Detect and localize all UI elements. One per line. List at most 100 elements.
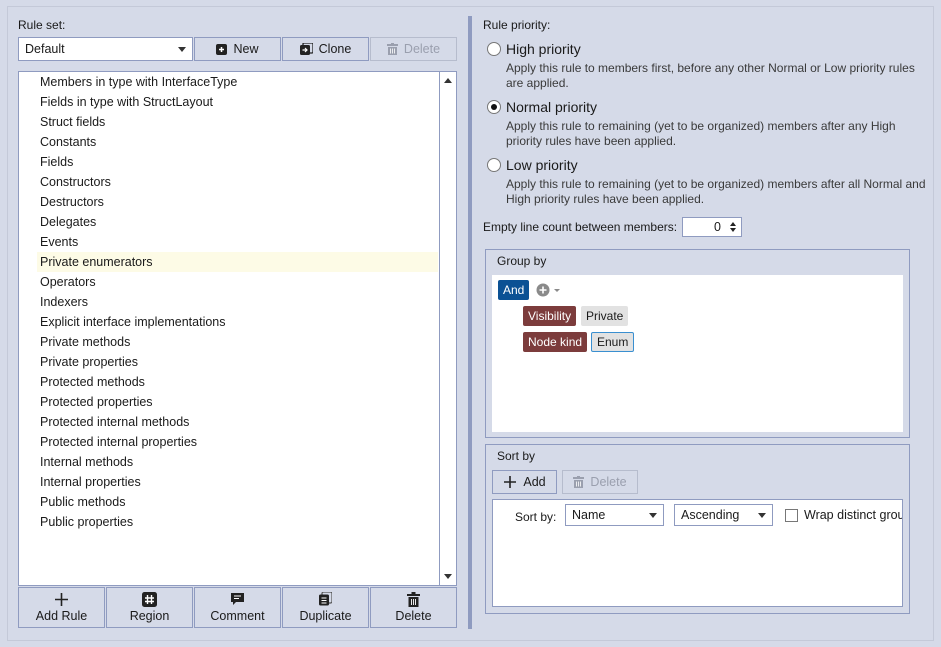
- condition-key-tag[interactable]: Visibility: [523, 306, 577, 326]
- low-priority-description: Apply this rule to remaining (yet to be …: [506, 177, 926, 206]
- rule-list-item[interactable]: Struct fields: [37, 112, 438, 132]
- group-by-box: Group by And Visibility Private Node kin…: [485, 249, 910, 438]
- rule-list-item[interactable]: Events: [37, 232, 438, 252]
- rule-set-dropdown[interactable]: Default: [18, 37, 193, 61]
- add-square-icon: [216, 43, 228, 55]
- rule-set-label: Rule set:: [18, 18, 66, 32]
- condition-value-tag[interactable]: Private: [581, 306, 629, 326]
- rule-list-item[interactable]: Protected internal properties: [37, 432, 438, 452]
- radio-button[interactable]: [487, 42, 501, 56]
- empty-line-count-label: Empty line count between members:: [483, 220, 678, 234]
- add-rule-label: Add Rule: [35, 609, 88, 623]
- increment-icon[interactable]: [730, 222, 736, 226]
- rule-list-item[interactable]: Protected methods: [37, 372, 438, 392]
- add-rule-button[interactable]: Add Rule: [18, 587, 105, 628]
- radio-button[interactable]: [487, 158, 501, 172]
- trash-icon: [386, 43, 398, 55]
- rule-list-item[interactable]: Internal properties: [37, 472, 438, 492]
- sort-by-title: Sort by: [497, 449, 536, 463]
- plus-icon: [55, 592, 68, 606]
- delete-sort-button[interactable]: Delete: [562, 470, 638, 494]
- sort-by-box: Sort by Add Delete Sort by: Name Ascendi…: [485, 444, 910, 614]
- chevron-down-icon: [649, 513, 657, 518]
- rule-list-item[interactable]: Protected internal methods: [37, 412, 438, 432]
- delete-rule-set-button[interactable]: Delete: [370, 37, 457, 61]
- rule-list-item[interactable]: Destructors: [37, 192, 438, 212]
- radio-title: Normal priority: [506, 99, 598, 115]
- region-label: Region: [129, 609, 170, 623]
- rule-list-item[interactable]: Public methods: [37, 492, 438, 512]
- rule-list-item[interactable]: Delegates: [37, 212, 438, 232]
- rule-list-item[interactable]: Private properties: [37, 352, 438, 372]
- duplicate-icon: [319, 592, 332, 606]
- duplicate-label: Duplicate: [299, 609, 352, 623]
- add-sort-button[interactable]: Add: [492, 470, 557, 494]
- new-label: New: [233, 42, 259, 56]
- sort-direction-value: Ascending: [681, 508, 740, 522]
- rule-list-item[interactable]: Fields in type with StructLayout: [37, 92, 438, 112]
- comment-label: Comment: [210, 609, 265, 623]
- region-button[interactable]: Region: [106, 587, 193, 628]
- chevron-down-icon: [178, 47, 186, 52]
- operator-tag[interactable]: And: [498, 280, 530, 300]
- trash-icon: [407, 591, 420, 607]
- clone-icon: [299, 43, 313, 55]
- normal-priority-description: Apply this rule to remaining (yet to be …: [506, 119, 896, 148]
- duplicate-button[interactable]: Duplicate: [282, 587, 369, 628]
- rule-list-item[interactable]: Private enumerators: [37, 252, 438, 272]
- chevron-down-icon: [758, 513, 766, 518]
- sort-by-row-label: Sort by:: [515, 510, 557, 524]
- panel-splitter[interactable]: [468, 16, 472, 629]
- radio-title: High priority: [506, 41, 581, 57]
- scroll-down-icon[interactable]: [444, 574, 452, 579]
- rule-list-item[interactable]: Indexers: [37, 292, 438, 312]
- radio-high-priority[interactable]: High priority: [487, 41, 581, 57]
- comment-icon: [231, 592, 244, 605]
- radio-normal-priority[interactable]: Normal priority: [487, 99, 597, 115]
- sort-direction-dropdown[interactable]: Ascending: [674, 504, 773, 526]
- group-by-title: Group by: [497, 254, 547, 268]
- new-rule-set-button[interactable]: New: [194, 37, 281, 61]
- rule-list-item[interactable]: Protected properties: [37, 392, 438, 412]
- rule-list-item[interactable]: Public properties: [37, 512, 438, 532]
- sort-field-value: Name: [572, 508, 606, 522]
- scroll-up-icon[interactable]: [444, 78, 452, 83]
- add-label: Add: [523, 475, 546, 489]
- rule-list-item[interactable]: Fields: [37, 152, 438, 172]
- radio-low-priority[interactable]: Low priority: [487, 157, 578, 173]
- radio-title: Low priority: [506, 157, 578, 173]
- clone-label: Clone: [318, 42, 352, 56]
- condition-value-tag[interactable]: Enum: [591, 332, 635, 352]
- empty-line-count-value[interactable]: 0: [714, 220, 721, 234]
- decrement-icon[interactable]: [730, 228, 736, 232]
- rule-list-item[interactable]: Constants: [37, 132, 438, 152]
- delete-label: Delete: [590, 475, 627, 489]
- rule-list-item[interactable]: Private methods: [37, 332, 438, 352]
- plus-icon: [504, 476, 517, 488]
- radio-button[interactable]: [487, 100, 501, 114]
- delete-label: Delete: [395, 609, 432, 623]
- delete-label: Delete: [403, 42, 441, 56]
- comment-button[interactable]: Comment: [194, 587, 281, 628]
- add-condition-button[interactable]: [536, 283, 562, 300]
- group-by-editor: And Visibility Private Node kind Enum: [492, 275, 903, 432]
- sort-field-dropdown[interactable]: Name: [565, 504, 664, 526]
- trash-icon: [573, 476, 585, 488]
- rule-list-item[interactable]: Internal methods: [37, 452, 438, 472]
- delete-rule-button[interactable]: Delete: [370, 587, 457, 628]
- rule-list-item[interactable]: Explicit interface implementations: [37, 312, 438, 332]
- empty-line-count-stepper[interactable]: 0: [682, 217, 742, 237]
- wrap-distinct-groups-checkbox[interactable]: [785, 509, 798, 522]
- hash-icon: [142, 591, 157, 607]
- rule-list-item[interactable]: Operators: [37, 272, 438, 292]
- high-priority-description: Apply this rule to members first, before…: [506, 61, 915, 90]
- rule-list-item[interactable]: Constructors: [37, 172, 438, 192]
- add-condition-icon: [536, 283, 560, 297]
- rule-set-value: Default: [25, 42, 65, 56]
- wrap-distinct-groups-label: Wrap distinct grou: [804, 508, 903, 522]
- clone-rule-set-button[interactable]: Clone: [282, 37, 369, 61]
- rule-list[interactable]: Members in type with InterfaceType Fields…: [18, 71, 457, 586]
- rule-list-scrollbar[interactable]: [439, 72, 456, 585]
- condition-key-tag[interactable]: Node kind: [523, 332, 588, 352]
- rule-list-item[interactable]: Members in type with InterfaceType: [37, 72, 438, 92]
